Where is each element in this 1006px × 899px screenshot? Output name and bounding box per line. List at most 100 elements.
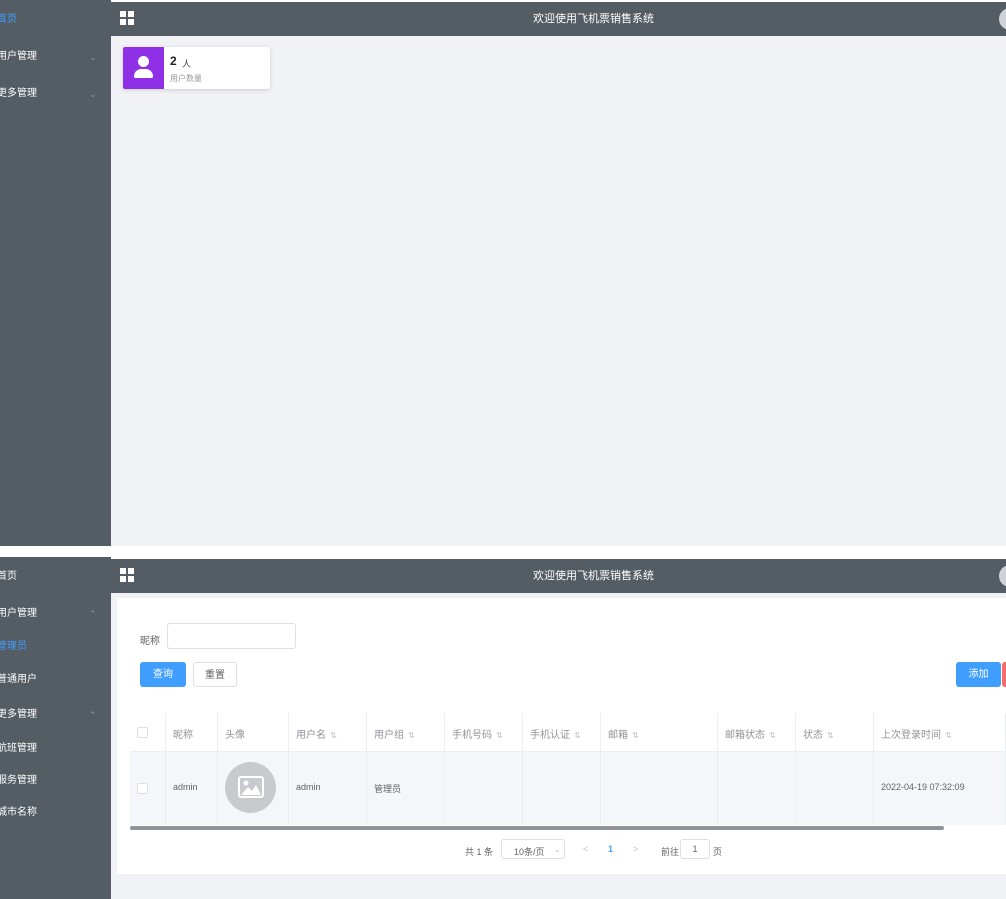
sort-icon: ⇅ [632, 731, 639, 740]
sort-icon: ⇅ [574, 731, 581, 740]
user-count-card: 2 人 用户数量 [123, 47, 270, 89]
user-count-unit: 人 [182, 59, 192, 69]
sort-icon: ⇅ [330, 731, 337, 740]
header-status[interactable]: 状态 ⇅ [796, 713, 874, 751]
header-label: 手机认证 ⇅ [530, 730, 581, 741]
next-page-button[interactable]: > [633, 844, 638, 854]
table-row[interactable]: admin admin 管理员 2022-04-19 07:32:09 [130, 752, 1006, 825]
header-label: 邮箱状态 ⇅ [725, 730, 776, 741]
header-username[interactable]: 用户名 ⇅ [289, 713, 367, 751]
cell-email [601, 752, 718, 825]
image-placeholder-icon [225, 762, 276, 813]
delete-button[interactable] [1002, 662, 1006, 687]
sidebar-item-user-management[interactable]: 用户管理 ⌃ [0, 604, 111, 624]
user-count-label: 用户数量 [170, 74, 202, 83]
page-title: 欢迎使用飞机票销售系统 [533, 13, 654, 25]
header-label: 用户组 ⇅ [374, 730, 415, 741]
header-label: 状态 ⇅ [803, 730, 834, 741]
sort-icon: ⇅ [408, 731, 415, 740]
cell-username: admin [289, 752, 367, 825]
cell-last-login: 2022-04-19 07:32:09 [874, 752, 1006, 825]
sort-icon: ⇅ [827, 731, 834, 740]
header-label: 昵称 [173, 730, 193, 741]
header-avatar: 头像 [218, 713, 289, 751]
sidebar-item-admin[interactable]: 管理员 [0, 637, 111, 657]
reset-button[interactable]: 重置 [193, 662, 237, 687]
admin-table: 昵称 头像 用户名 ⇅ 用户组 ⇅ 手机号码 ⇅ 手机认证 ⇅ 邮箱 ⇅ 邮箱状… [130, 713, 1006, 830]
home-screen: 首页 用户管理 ⌄ 更多管理 ⌄ 欢迎使用飞机票销售系统 2 人 用户数量 [0, 0, 1006, 546]
page-size-select[interactable]: 10条/页 ⌄ [501, 839, 565, 859]
page-title: 欢迎使用飞机票销售系统 [533, 570, 654, 582]
header-label: 手机号码 ⇅ [452, 730, 503, 741]
add-button[interactable]: 添加 [956, 662, 1001, 687]
header-label: 头像 [225, 730, 245, 741]
top-header: 欢迎使用飞机票销售系统 [111, 2, 1006, 36]
sidebar-item-label: 城市名称 [0, 807, 37, 818]
dashboard-content: 2 人 用户数量 [111, 36, 1006, 546]
sidebar-item-label: 用户管理 [0, 608, 37, 619]
content-panel: 昵称 查询 重置 添加 昵称 头像 用户名 ⇅ 用户组 ⇅ 手机号码 ⇅ 手机认… [117, 598, 1006, 874]
chevron-down-icon: ⌄ [89, 52, 97, 62]
nickname-label: 昵称 [140, 636, 160, 647]
sidebar-item-user-management[interactable]: 用户管理 ⌄ [0, 47, 111, 67]
sidebar-item-more-management[interactable]: 更多管理 ⌄ [0, 84, 111, 104]
chevron-down-icon: ⌄ [89, 89, 97, 99]
sidebar-item-label: 更多管理 [0, 709, 37, 720]
sidebar-item-home[interactable]: 首页 [0, 567, 111, 587]
user-count-value: 2 [170, 54, 177, 68]
sidebar-item-service-management[interactable]: 服务管理 [0, 771, 111, 791]
sidebar-item-label: 服务管理 [0, 775, 37, 786]
sidebar-item-label: 普通用户 [0, 674, 37, 685]
nickname-input[interactable] [167, 623, 296, 649]
prev-page-button[interactable]: < [583, 844, 588, 854]
sidebar-item-label: 更多管理 [0, 88, 37, 99]
page-suffix-label: 页 [713, 847, 723, 857]
sidebar-item-label: 航班管理 [0, 743, 37, 754]
header-email[interactable]: 邮箱 ⇅ [601, 713, 718, 751]
table-header-row: 昵称 头像 用户名 ⇅ 用户组 ⇅ 手机号码 ⇅ 手机认证 ⇅ 邮箱 ⇅ 邮箱状… [130, 713, 1006, 752]
sidebar-item-more-management[interactable]: 更多管理 ⌃ [0, 705, 111, 725]
header-last-login[interactable]: 上次登录时间 ⇅ [874, 713, 1006, 751]
sidebar-item-city-names[interactable]: 城市名称 [0, 803, 111, 823]
sidebar-item-label: 用户管理 [0, 51, 37, 62]
header-phone-verified[interactable]: 手机认证 ⇅ [523, 713, 601, 751]
top-header: 欢迎使用飞机票销售系统 [111, 559, 1006, 593]
goto-label: 前往 [661, 847, 680, 857]
sidebar: 首页 用户管理 ⌃ 管理员 普通用户 更多管理 ⌃ 航班管理 服务管理 城市名称 [0, 557, 111, 899]
cell-phone-verified [523, 752, 601, 825]
sidebar: 首页 用户管理 ⌄ 更多管理 ⌄ [0, 0, 111, 546]
cell-status [796, 752, 874, 825]
header-user-group[interactable]: 用户组 ⇅ [367, 713, 445, 751]
query-button[interactable]: 查询 [140, 662, 186, 687]
sort-icon: ⇅ [496, 731, 503, 740]
cell-email-status [718, 752, 796, 825]
sidebar-item-home[interactable]: 首页 [0, 10, 111, 30]
admin-list-screen: 首页 用户管理 ⌃ 管理员 普通用户 更多管理 ⌃ 航班管理 服务管理 城市名称 [0, 557, 1006, 899]
header-nickname: 昵称 [166, 713, 218, 751]
user-icon [123, 47, 164, 89]
cell-user-group: 管理员 [367, 752, 445, 825]
chevron-up-icon: ⌃ [89, 609, 97, 619]
header-phone[interactable]: 手机号码 ⇅ [445, 713, 523, 751]
cell-nickname: admin [166, 752, 218, 825]
select-all-cell [130, 713, 166, 751]
header-label: 上次登录时间 ⇅ [881, 730, 952, 741]
sidebar-item-flight-management[interactable]: 航班管理 [0, 739, 111, 759]
sidebar-item-label: 管理员 [0, 641, 27, 652]
header-email-status[interactable]: 邮箱状态 ⇅ [718, 713, 796, 751]
chevron-up-icon: ⌃ [89, 710, 97, 720]
cell-avatar [218, 752, 289, 825]
pagination: 共 1 条 10条/页 ⌄ < 1 > 前往 1 页 [117, 839, 1006, 861]
page-number-current[interactable]: 1 [608, 844, 613, 854]
goto-page-input[interactable]: 1 [680, 839, 710, 859]
sort-icon: ⇅ [945, 731, 952, 740]
sidebar-item-label: 首页 [0, 571, 17, 582]
horizontal-scrollbar[interactable] [130, 826, 944, 830]
sidebar-item-label: 首页 [0, 14, 17, 25]
row-checkbox[interactable] [137, 783, 148, 794]
chevron-down-icon: ⌄ [554, 845, 561, 854]
pagination-total: 共 1 条 [465, 847, 494, 857]
sidebar-item-regular-users[interactable]: 普通用户 [0, 670, 111, 690]
select-all-checkbox[interactable] [137, 727, 148, 738]
header-label: 邮箱 ⇅ [608, 730, 639, 741]
